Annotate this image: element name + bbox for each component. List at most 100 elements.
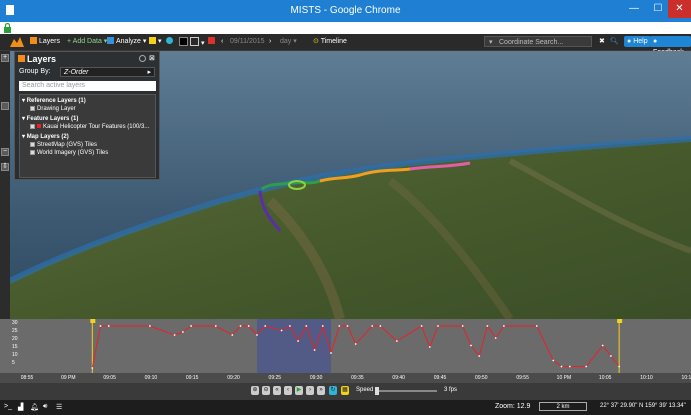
period-select[interactable]: day ▾ [280,37,297,47]
timeline-button[interactable]: ⊙ Timeline [313,37,347,47]
group-by-label: Group By: [19,68,51,75]
prev-date-button[interactable]: ‹ [221,37,223,47]
search-button[interactable]: 🔍︎ [610,37,619,47]
tree-label: StreetMap (GVS) Tiles [37,142,98,148]
comment-icon: ● [653,38,658,45]
info-icon[interactable] [139,55,146,62]
tree-group-reference[interactable]: ▾ Reference Layers (1) [22,97,86,105]
end-flag-icon[interactable] [617,319,623,323]
checkbox[interactable] [30,106,35,111]
altitude-point [568,365,571,368]
pan-button[interactable] [1,102,9,110]
draw-tools-button[interactable]: ▾ [149,37,162,47]
close-button[interactable]: ✕ [668,0,691,18]
timeline-plot [90,319,623,373]
start-flag-icon[interactable] [90,319,96,323]
terminal-icon[interactable]: >_ [4,403,12,410]
address-bar[interactable] [0,22,691,34]
altitude-point [618,365,620,368]
time-tick-label: 09:10 [144,375,158,381]
color-button[interactable] [179,37,190,47]
step-back-button[interactable]: ‹ [284,386,292,395]
layer-search-input[interactable]: Search active layers [19,81,156,91]
altitude-point [503,325,505,327]
speed-slider-handle[interactable] [375,387,379,395]
speed-label: Speed [356,387,374,393]
checkbox[interactable] [30,150,35,155]
step-forward-button[interactable]: › [306,386,314,395]
time-axis: 08:55 09 PM 09:05 09:10 09:15 09:20 09:25 09:30… [0,373,691,383]
minimize-button[interactable]: — [622,0,646,18]
time-tick-label: 09:15 [185,375,199,381]
layers-panel: Layers ⊠ Group By: Z-Order ▸ Search acti… [14,51,160,180]
zoom-out-time-button[interactable]: ⊖ [262,386,270,395]
checkbox[interactable] [30,124,35,129]
tree-item-drawing-layer[interactable]: Drawing Layer [30,105,76,113]
globe-button[interactable] [166,37,175,47]
speaker-icon[interactable]: 🔊︎ [43,403,47,411]
coordinate-search-input[interactable]: ▾ Coordinate Search... [484,36,592,47]
person-icon[interactable]: ⇩ [1,163,9,171]
next-date-button[interactable]: › [269,37,271,47]
altitude-point [610,355,612,357]
group-by-select[interactable]: Z-Order ▸ [60,67,155,77]
loop-button[interactable]: ↻ [329,386,337,395]
zoom-in-time-button[interactable]: ⊕ [251,386,259,395]
feature-color-icon [37,124,41,128]
zoom-in-button[interactable]: + [1,54,9,62]
playback-controls: ⊕ ⊖ « ‹ ▶ › » ↻ ▦ Speed 3 fps [0,383,691,400]
altitude-point [107,325,110,327]
database-icon[interactable]: ☰ [56,403,62,411]
skip-forward-button[interactable]: » [317,386,325,395]
altitude-point [338,325,341,327]
add-data-label: + Add Data [67,38,102,45]
layers-panel-title: Layers [27,54,57,64]
help-label: Help [633,38,648,45]
frame-button[interactable]: ▾ [190,37,205,47]
layers-icon [18,55,25,62]
close-panel-button[interactable]: ⊠ [149,54,155,62]
chart-toggle-button[interactable]: ▦ [341,386,349,395]
feedback-button[interactable]: ● Feedback [650,36,691,56]
tree-item-helicopter-features[interactable]: Kauai Helicopter Tour Features (100/3... [30,123,149,131]
play-button[interactable]: ▶ [295,386,303,395]
bell-icon[interactable]: 🔔︎ [30,403,39,411]
time-tick-label: 09:40 [392,375,405,381]
clear-search-button[interactable]: ✖ [599,37,605,47]
layers-panel-header: Layers ⊠ [15,52,159,66]
period-value: day [280,38,292,45]
altitude-point [354,343,357,345]
lock-icon [4,23,11,33]
add-data-button[interactable]: + Add Data ▾ [67,37,107,47]
time-tick-label: 10:05 [598,375,612,381]
help-button[interactable]: ● Help [624,36,651,47]
speed-slider[interactable] [375,387,437,395]
altitude-point [478,355,481,357]
tree-label: Reference Layers (1) [26,98,86,104]
checkbox[interactable] [30,142,35,147]
maximize-button[interactable]: ☐ [646,0,670,18]
date-field[interactable]: 09/11/2015 [230,37,265,47]
clear-button[interactable] [208,37,217,47]
timeline-chart[interactable]: 30 25 20 15 10 5 [0,319,691,373]
chart-icon[interactable]: ▟ [18,403,23,411]
skip-back-button[interactable]: « [273,386,281,395]
black-square-icon [179,37,188,46]
search-icon: 🔍︎ [610,38,619,45]
tree-group-feature[interactable]: ▾ Feature Layers (1) [22,115,78,123]
tree-label: Map Layers (2) [26,134,69,140]
layers-button[interactable]: Layers [30,37,60,47]
tree-item-world-imagery[interactable]: World Imagery (GVS) Tiles [30,149,108,157]
analyze-button[interactable]: Analyze ▾ [107,37,146,47]
altitude-point [149,325,151,327]
altitude-point [437,325,439,327]
zoom-out-button[interactable]: − [1,148,9,156]
altitude-point [379,325,382,327]
tree-group-map[interactable]: ▾ Map Layers (2) [22,133,69,141]
tree-item-streetmap[interactable]: StreetMap (GVS) Tiles [30,141,97,149]
altitude-point [173,334,176,336]
zoom-level: Zoom: 12.9 [495,403,531,410]
time-tick-label: 09:05 [103,375,116,381]
layer-tree: ▾ Reference Layers (1) Drawing Layer ▾ F… [19,94,156,178]
close-icon: ✖ [599,38,605,45]
